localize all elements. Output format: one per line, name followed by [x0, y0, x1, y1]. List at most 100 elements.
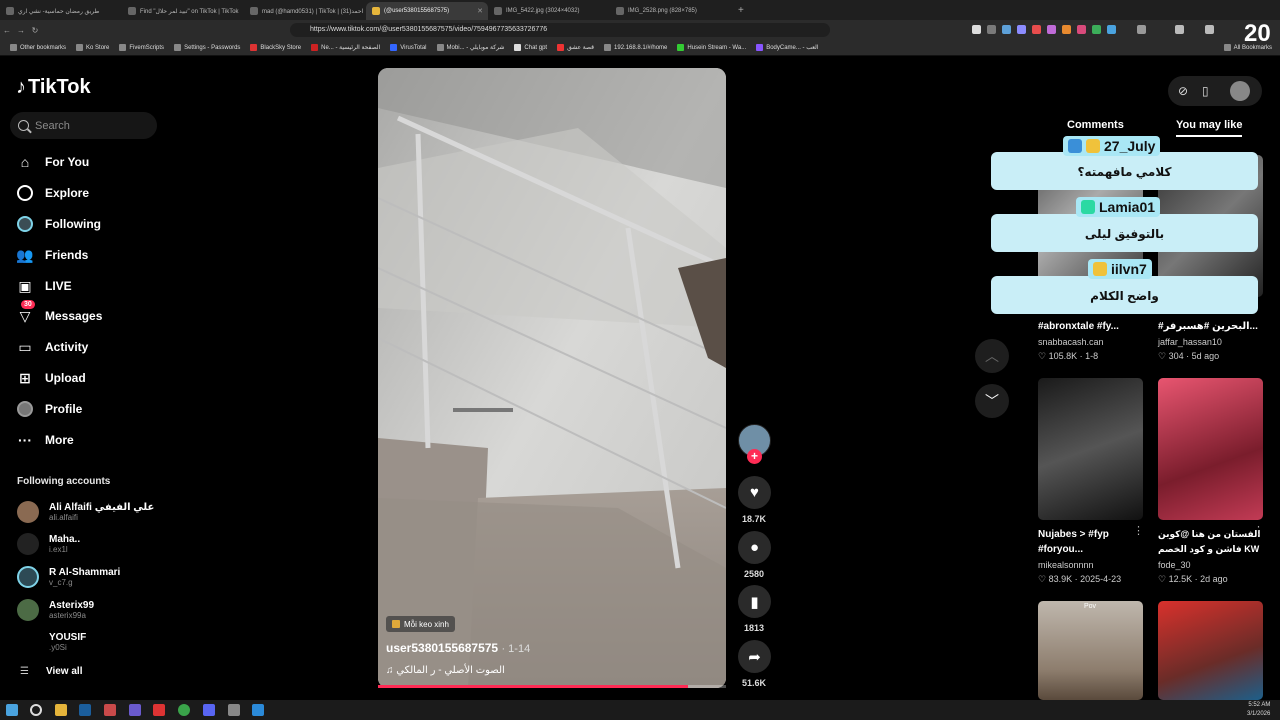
- tab-comments[interactable]: Comments: [1067, 119, 1124, 131]
- search-input[interactable]: Search: [10, 112, 157, 139]
- card-title[interactable]: الفستان من هنا @كوبن فاشن و كود الخصم KW: [1158, 527, 1263, 557]
- back-icon[interactable]: ←: [0, 26, 14, 35]
- search-icon[interactable]: [30, 704, 42, 716]
- close-tab-icon[interactable]: ✕: [477, 7, 483, 15]
- nav-activity[interactable]: ▭ Activity: [16, 335, 88, 359]
- forward-icon[interactable]: →: [14, 26, 28, 35]
- extension-icon[interactable]: [1047, 25, 1056, 34]
- nav-explore[interactable]: Explore: [16, 181, 89, 205]
- video-tag[interactable]: Mỗi keo xinh: [386, 616, 455, 632]
- extension-icon[interactable]: [987, 25, 996, 34]
- save-button[interactable]: ▮: [738, 585, 771, 618]
- system-clock[interactable]: 5:52 AM 3/1/2026: [1247, 701, 1270, 719]
- nav-upload[interactable]: ⊞ Upload: [16, 366, 86, 390]
- bookmark[interactable]: BlackSky Store: [250, 44, 301, 51]
- next-video-button[interactable]: ﹀: [975, 384, 1009, 418]
- nav-live[interactable]: ▣ LIVE: [16, 274, 71, 298]
- discord-icon[interactable]: [129, 704, 141, 716]
- card-author[interactable]: jaffar_hassan10: [1158, 337, 1222, 347]
- extension-icon[interactable]: [1205, 25, 1214, 34]
- app-icon[interactable]: [203, 704, 215, 716]
- bookmark[interactable]: VirusTotal: [390, 44, 427, 51]
- nav-messages[interactable]: ▽ 30 Messages: [16, 300, 102, 328]
- extension-icon[interactable]: [1017, 25, 1026, 34]
- card-title[interactable]: #البحرين #هسبرفر...: [1158, 319, 1263, 334]
- extension-icon[interactable]: [972, 25, 981, 34]
- nav-more[interactable]: ··· More: [16, 428, 74, 452]
- recommended-thumbnail[interactable]: [1038, 378, 1143, 520]
- browser-tab[interactable]: طريق رمضان حماسية- نشي اري: [0, 2, 122, 20]
- comment-button[interactable]: ●: [738, 531, 771, 564]
- bookmark[interactable]: Chat gpt: [514, 44, 547, 51]
- more-options-icon[interactable]: ⋮: [1133, 524, 1144, 537]
- settings-icon: [174, 44, 182, 51]
- card-author[interactable]: fode_30: [1158, 560, 1191, 570]
- following-account[interactable]: Maha.. i.ex1l: [17, 530, 80, 558]
- card-author[interactable]: snabbacash.can: [1038, 337, 1104, 347]
- bookmark[interactable]: Husein Stream - Wa...: [677, 44, 746, 51]
- card-title[interactable]: #abronxtale #fy...: [1038, 319, 1143, 334]
- extension-icon[interactable]: [1077, 25, 1086, 34]
- more-options-icon[interactable]: ⋮: [1253, 524, 1264, 537]
- app-icon[interactable]: [252, 704, 264, 716]
- recommended-thumbnail[interactable]: [1158, 378, 1263, 520]
- settings-icon[interactable]: [228, 704, 240, 716]
- following-account[interactable]: YOUSIF .y0Si: [17, 628, 86, 656]
- user-avatar[interactable]: [1230, 81, 1250, 101]
- compass-icon[interactable]: ⊘: [1178, 84, 1188, 98]
- tab-you-may-like[interactable]: You may like: [1176, 119, 1243, 137]
- browser-tab[interactable]: mad (@hamd0531) | TikTok | احمد(31): [244, 2, 366, 20]
- app-icon[interactable]: [153, 704, 165, 716]
- url-field[interactable]: https://www.tiktok.com/@user538015568757…: [290, 23, 830, 37]
- nav-for-you[interactable]: ⌂ For You: [16, 150, 89, 174]
- recommended-thumbnail[interactable]: [1158, 601, 1263, 700]
- following-account[interactable]: R Al-Shammari v_c7.g: [17, 563, 120, 591]
- nav-profile[interactable]: Profile: [16, 397, 82, 421]
- reload-icon[interactable]: ↻: [28, 26, 42, 35]
- bookmark[interactable]: Other bookmarks: [10, 44, 66, 51]
- video-progress-bar[interactable]: [378, 685, 726, 688]
- share-button[interactable]: ➦: [738, 640, 771, 673]
- video-player[interactable]: [378, 68, 726, 688]
- follow-button[interactable]: +: [747, 449, 762, 464]
- app-icon[interactable]: [104, 704, 116, 716]
- nav-friends[interactable]: 👥 Friends: [16, 243, 88, 267]
- new-tab-button[interactable]: +: [738, 5, 744, 16]
- nav-following[interactable]: Following: [16, 212, 101, 236]
- file-explorer-icon[interactable]: [55, 704, 67, 716]
- extension-icon[interactable]: [1175, 25, 1184, 34]
- start-icon[interactable]: [6, 704, 18, 716]
- bookmark[interactable]: Ko Store: [76, 44, 109, 51]
- extension-icon[interactable]: [1137, 25, 1146, 34]
- phone-icon[interactable]: ▯: [1202, 84, 1209, 98]
- view-all-link[interactable]: ☰ View all: [20, 666, 82, 677]
- browser-tab[interactable]: Find "تبيد لمر حلال" on TikTok | TikTok: [122, 2, 244, 20]
- extension-icon[interactable]: [1092, 25, 1101, 34]
- extension-icon[interactable]: [1032, 25, 1041, 34]
- video-music[interactable]: ♫ الصوت الأصلي - ر المالكي: [386, 665, 505, 676]
- card-author[interactable]: mikealsonnnn: [1038, 560, 1094, 570]
- chrome-icon[interactable]: [178, 704, 190, 716]
- extension-icon[interactable]: [1002, 25, 1011, 34]
- steam-icon[interactable]: [79, 704, 91, 716]
- like-button[interactable]: ♥: [738, 476, 771, 509]
- bookmark[interactable]: Ne... - الصفحة الرئيسية: [311, 44, 380, 51]
- previous-video-button[interactable]: ︿: [975, 339, 1009, 373]
- card-title[interactable]: Nujabes > #fyp #foryou...: [1038, 527, 1143, 557]
- bookmark[interactable]: قصة عشق: [557, 44, 594, 51]
- browser-tab[interactable]: IMG_5422.jpg (3024×4032): [488, 2, 610, 20]
- browser-tab[interactable]: IMG_2528.png (828×785): [610, 2, 732, 20]
- browser-tab-active[interactable]: (@user5380155687575) ✕: [366, 2, 488, 20]
- following-account[interactable]: Ali Alfaifi علي الفيفي ali.alfaifi: [17, 498, 154, 526]
- tiktok-logo[interactable]: ♪ TikTok: [16, 76, 91, 99]
- bookmark[interactable]: BodyCame... - العب: [756, 44, 819, 51]
- bookmark[interactable]: Settings - Passwords: [174, 44, 240, 51]
- video-author[interactable]: user5380155687575 · 1-14: [386, 641, 530, 655]
- following-account[interactable]: Asterix99 asterix99a: [17, 596, 94, 624]
- bookmark[interactable]: 192.168.8.1/#/home: [604, 44, 667, 51]
- extension-icon[interactable]: [1107, 25, 1116, 34]
- recommended-thumbnail[interactable]: Pov: [1038, 601, 1143, 700]
- bookmark[interactable]: FivemScripts: [119, 44, 164, 51]
- extension-icon[interactable]: [1062, 25, 1071, 34]
- bookmark[interactable]: Mobi... - شركة موبايلي: [436, 44, 504, 51]
